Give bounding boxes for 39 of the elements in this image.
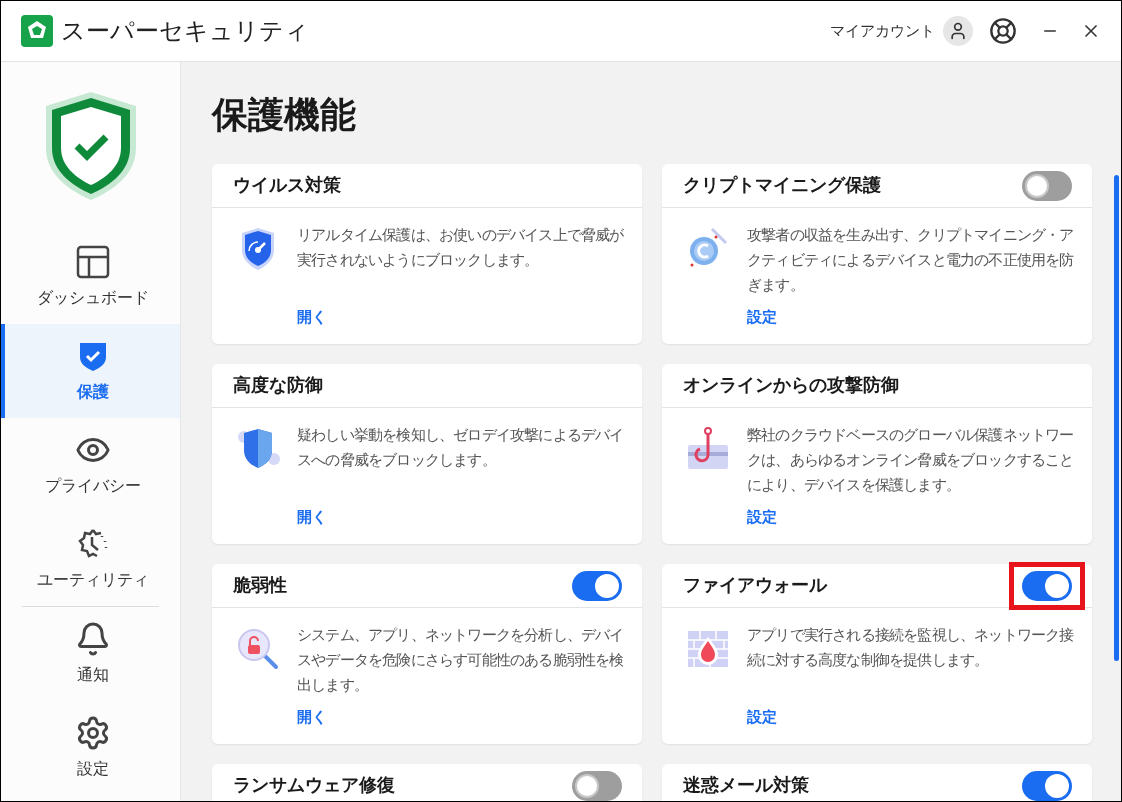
sidebar-item[interactable]: 保護 (1, 324, 180, 418)
toggle-switch[interactable] (1022, 170, 1072, 201)
card-title: 迷惑メール対策 (683, 774, 809, 797)
card-title: ランサムウェア修復 (233, 774, 395, 797)
sidebar-item[interactable]: ダッシュボード (1, 230, 180, 324)
sidebar-item[interactable]: プライバシー (1, 418, 180, 512)
toggle-switch[interactable] (1022, 570, 1072, 601)
dashboard-icon (74, 244, 111, 280)
sidebar-item[interactable]: 設定 (1, 701, 180, 795)
card-link[interactable]: 開く (297, 705, 327, 728)
card-title: 脆弱性 (233, 574, 287, 597)
scrollbar[interactable] (1114, 175, 1119, 661)
card-title: クリプトマイニング保護 (683, 174, 881, 197)
card-description: 疑わしい挙動を検知し、ゼロデイ攻撃によるデバイスへの脅威をブロックします。 (297, 425, 624, 470)
card-title: ファイアウォール (683, 574, 827, 597)
card-link[interactable]: 設定 (747, 305, 777, 328)
toggle-switch[interactable] (572, 570, 622, 601)
card-title: オンラインからの攻撃防御 (683, 374, 899, 397)
card-title: 高度な防御 (233, 374, 323, 397)
toggle-switch[interactable] (1022, 770, 1072, 801)
help-icon[interactable] (989, 17, 1017, 45)
sidebar-item[interactable]: 通知 (1, 607, 180, 701)
card-description: 弊社のクラウドベースのグローバル保護ネットワークは、あらゆるオンライン脅威をブロックすることにより、デバイスを保護します。 (747, 425, 1074, 495)
page-heading: 保護機能 (212, 93, 357, 137)
card-link[interactable]: 開く (297, 505, 327, 528)
card-title: ウイルス対策 (233, 174, 341, 197)
card-description: リアルタイム保護は、お使いのデバイス上で脅威が実行されないようにブロックします。 (297, 225, 624, 270)
sidebar-item[interactable]: ユーティリティ (1, 512, 180, 606)
card-link[interactable]: 設定 (747, 505, 777, 528)
card-link[interactable]: 設定 (747, 705, 777, 728)
avatar-icon[interactable] (943, 16, 973, 46)
app-logo-icon (21, 15, 53, 47)
card-description: 攻撃者の収益を生み出す、クリプトマイニング・アクティビティによるデバイスと電力の不正使用を防ぎます。 (747, 225, 1074, 295)
card-description: アプリで実行される接続を監視し、ネットワーク接続に対する高度な制御を提供します。 (747, 625, 1074, 670)
card-description: システム、アプリ、ネットワークを分析し、デバイスやデータを危険にさらす可能性のある脆弱性を検出します。 (297, 625, 624, 695)
card-link[interactable]: 開く (297, 305, 327, 328)
window-title: スーパーセキュリティ (61, 16, 309, 46)
toggle-switch[interactable] (572, 770, 622, 801)
account-link[interactable]: マイアカウント (830, 19, 935, 43)
